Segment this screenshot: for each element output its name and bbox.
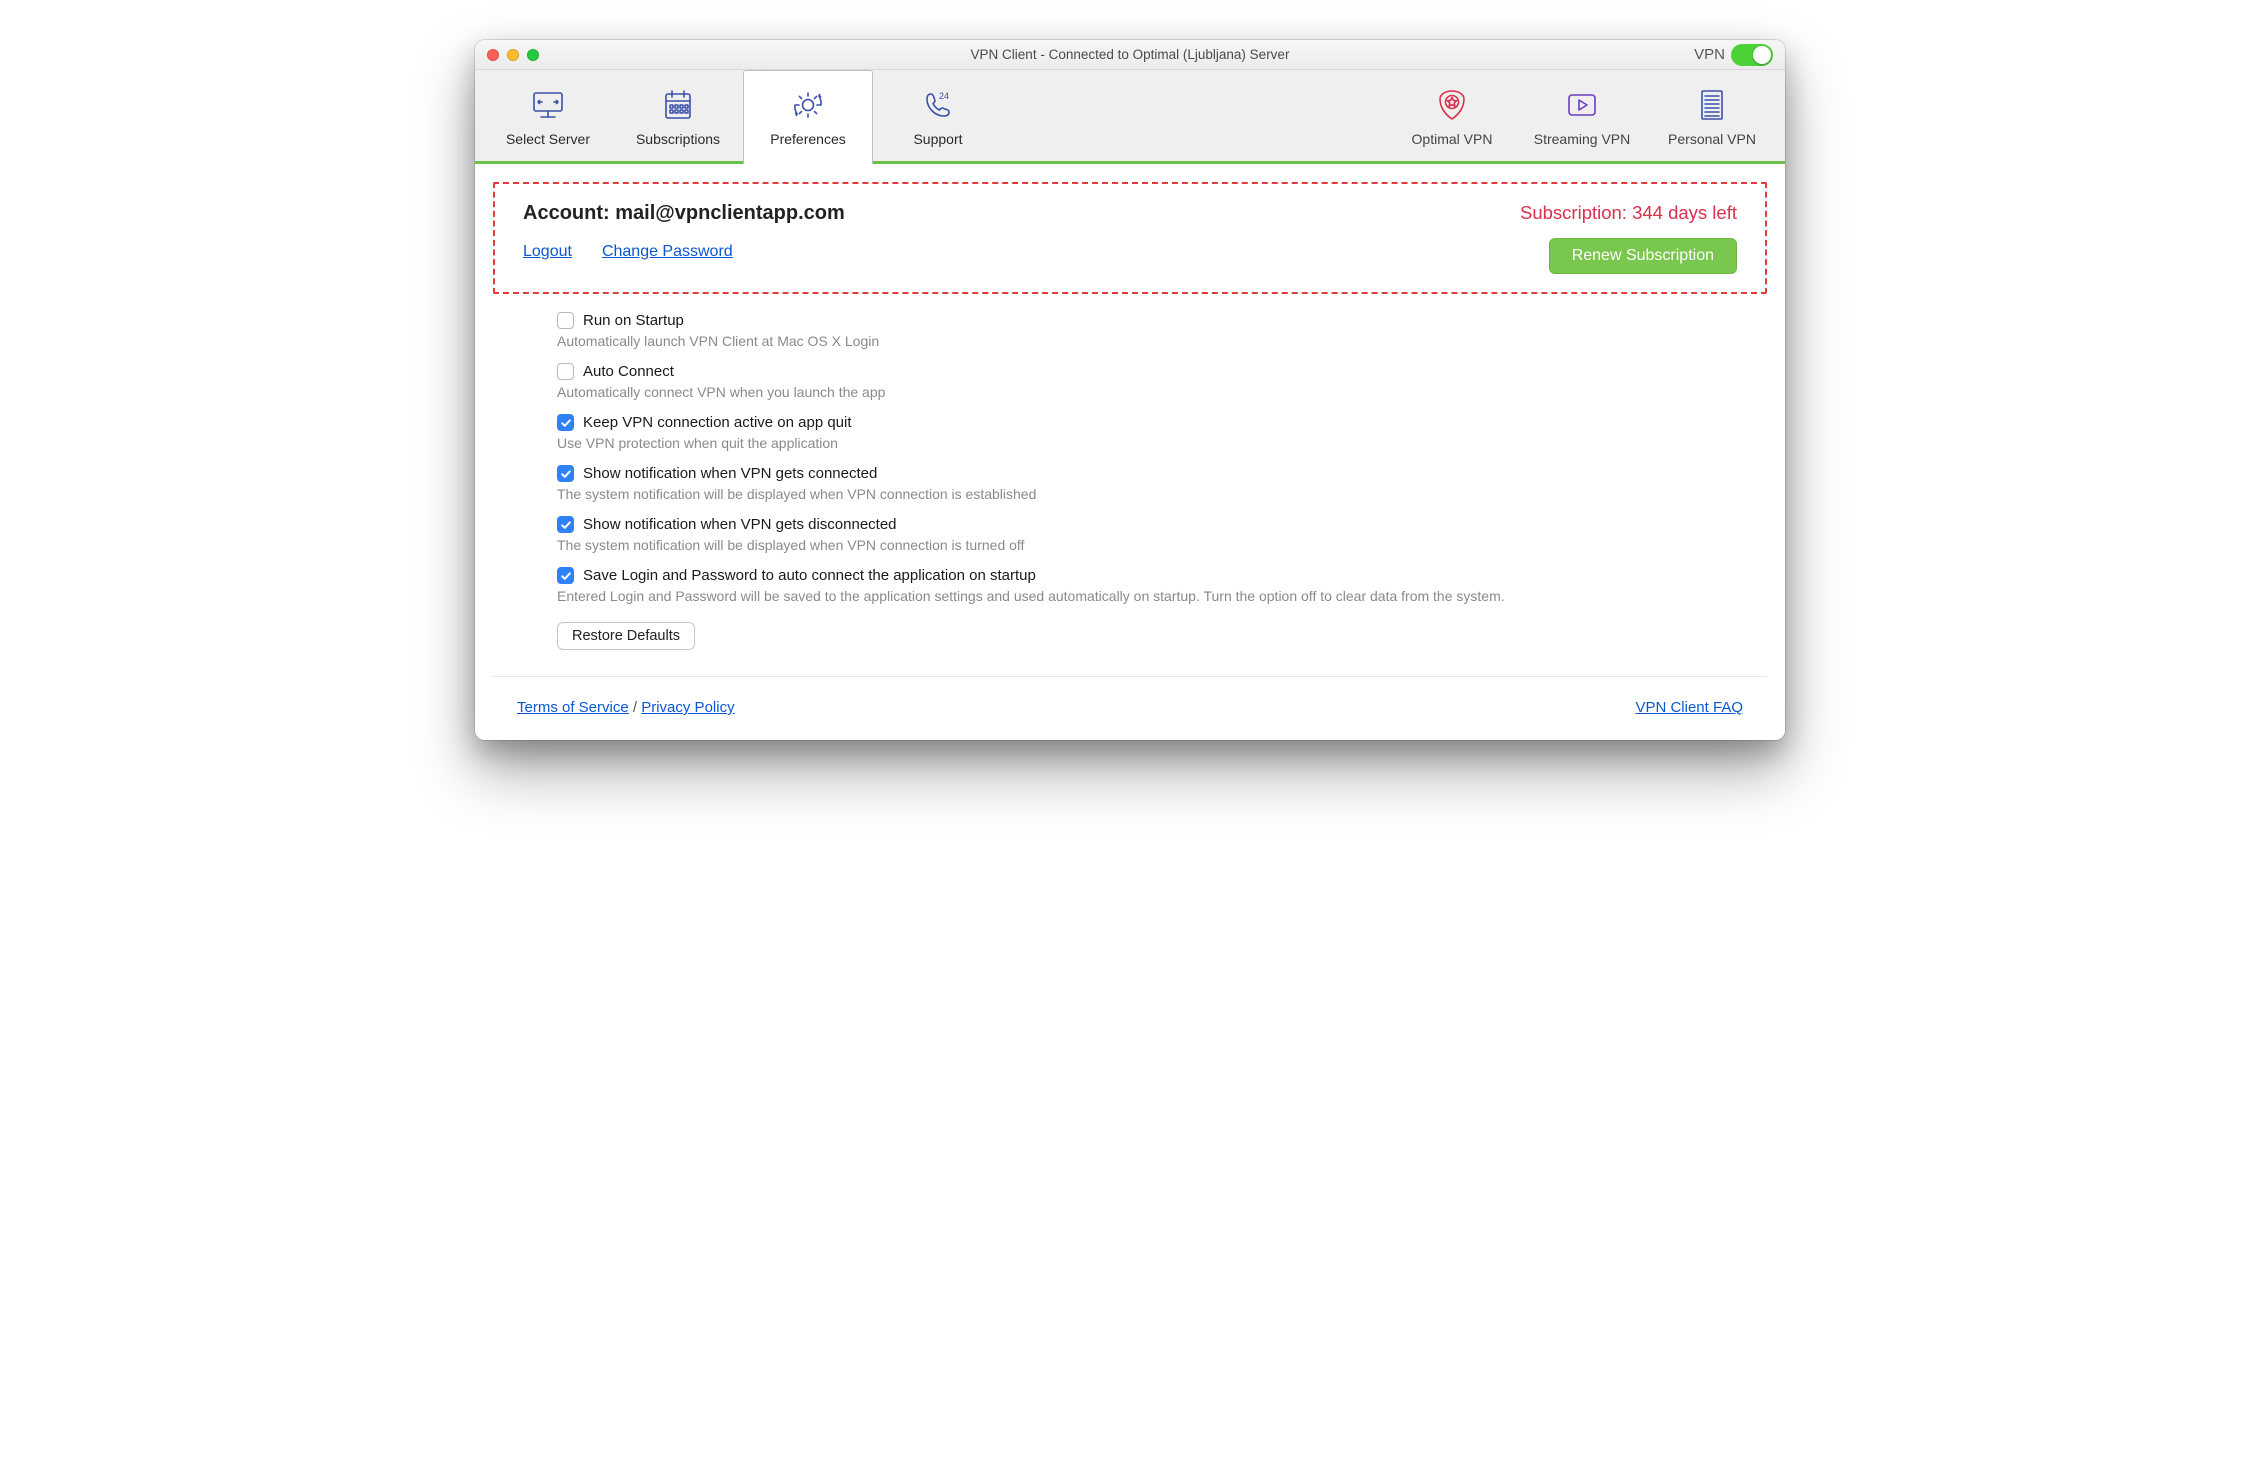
server-rack-icon: [1692, 85, 1732, 125]
pref-label: Keep VPN connection active on app quit: [583, 414, 852, 431]
subscription-days-left: Subscription: 344 days left: [1520, 202, 1737, 224]
badge-star-icon: [1432, 85, 1472, 125]
account-email: mail@vpnclientapp.com: [615, 202, 845, 224]
account-summary-box: Account: mail@vpnclientapp.com Logout Ch…: [493, 182, 1767, 294]
tab-label: Optimal VPN: [1412, 131, 1493, 147]
tab-subscriptions[interactable]: Subscriptions: [613, 70, 743, 161]
footer: Terms of Service / Privacy Policy VPN Cl…: [493, 677, 1767, 740]
pref-description: Entered Login and Password will be saved…: [557, 588, 1741, 604]
monitor-arrows-icon: [528, 85, 568, 125]
change-password-link[interactable]: Change Password: [602, 243, 733, 261]
account-label: Account:: [523, 202, 610, 224]
tab-support[interactable]: 24 Support: [873, 70, 1003, 161]
checkbox-keep-active[interactable]: [557, 414, 574, 431]
terms-of-service-link[interactable]: Terms of Service: [517, 699, 629, 716]
preferences-list: Run on Startup Automatically launch VPN C…: [493, 294, 1767, 656]
pref-description: The system notification will be displaye…: [557, 537, 1741, 553]
calendar-icon: [658, 85, 698, 125]
renew-subscription-button[interactable]: Renew Subscription: [1549, 238, 1737, 274]
pref-notify-conn: Show notification when VPN gets connecte…: [557, 465, 1741, 502]
phone-24-icon: 24: [918, 85, 958, 125]
play-square-icon: [1562, 85, 1602, 125]
server-rack-icon: [1692, 85, 1732, 125]
tab-label: Streaming VPN: [1534, 131, 1630, 147]
app-window: VPN Client - Connected to Optimal (Ljubl…: [475, 40, 1785, 740]
checkbox-notify-conn[interactable]: [557, 465, 574, 482]
pref-label: Show notification when VPN gets connecte…: [583, 465, 877, 482]
phone-24-icon: 24: [918, 85, 958, 125]
tab-streaming-vpn[interactable]: Streaming VPN: [1517, 70, 1647, 161]
monitor-arrows-icon: [528, 85, 568, 125]
checkbox-save-login[interactable]: [557, 567, 574, 584]
tab-label: Preferences: [770, 131, 845, 147]
badge-star-icon: [1432, 85, 1472, 125]
tab-optimal-vpn[interactable]: Optimal VPN: [1387, 70, 1517, 161]
pref-label: Auto Connect: [583, 363, 674, 380]
checkbox-auto-connect[interactable]: [557, 363, 574, 380]
titlebar: VPN Client - Connected to Optimal (Ljubl…: [475, 40, 1785, 70]
restore-defaults-button[interactable]: Restore Defaults: [557, 622, 695, 650]
calendar-icon: [658, 85, 698, 125]
gear-rotate-icon: [788, 85, 828, 125]
logout-link[interactable]: Logout: [523, 243, 572, 261]
pref-description: Automatically launch VPN Client at Mac O…: [557, 333, 1741, 349]
pref-run-startup: Run on Startup Automatically launch VPN C…: [557, 312, 1741, 349]
pref-label: Save Login and Password to auto connect …: [583, 567, 1036, 584]
checkbox-run-startup[interactable]: [557, 312, 574, 329]
account-title: Account: mail@vpnclientapp.com: [523, 202, 845, 225]
svg-text:24: 24: [939, 91, 949, 101]
pref-auto-connect: Auto Connect Automatically connect VPN wh…: [557, 363, 1741, 400]
zoom-window-button[interactable]: [527, 49, 539, 61]
pref-notify-disc: Show notification when VPN gets disconne…: [557, 516, 1741, 553]
vpn-toggle-label: VPN: [1694, 46, 1725, 63]
pref-keep-active: Keep VPN connection active on app quit Us…: [557, 414, 1741, 451]
vpn-toggle[interactable]: [1731, 44, 1773, 66]
privacy-policy-link[interactable]: Privacy Policy: [641, 699, 734, 716]
footer-separator: /: [633, 699, 641, 716]
close-window-button[interactable]: [487, 49, 499, 61]
window-title: VPN Client - Connected to Optimal (Ljubl…: [475, 47, 1785, 62]
play-square-icon: [1562, 85, 1602, 125]
tab-personal-vpn[interactable]: Personal VPN: [1647, 70, 1777, 161]
pref-label: Show notification when VPN gets disconne…: [583, 516, 897, 533]
minimize-window-button[interactable]: [507, 49, 519, 61]
preferences-pane: Account: mail@vpnclientapp.com Logout Ch…: [475, 164, 1785, 740]
gear-rotate-icon: [788, 85, 828, 125]
tab-label: Select Server: [506, 131, 590, 147]
toolbar: Select Server Subscriptions Preferences 24 S…: [475, 70, 1785, 164]
pref-description: Use VPN protection when quit the applica…: [557, 435, 1741, 451]
faq-link[interactable]: VPN Client FAQ: [1635, 699, 1743, 716]
tab-preferences[interactable]: Preferences: [743, 70, 873, 164]
pref-label: Run on Startup: [583, 312, 684, 329]
pref-save-login: Save Login and Password to auto connect …: [557, 567, 1741, 604]
checkbox-notify-disc[interactable]: [557, 516, 574, 533]
tab-label: Support: [913, 131, 962, 147]
pref-description: Automatically connect VPN when you launc…: [557, 384, 1741, 400]
tab-select-server[interactable]: Select Server: [483, 70, 613, 161]
tab-label: Subscriptions: [636, 131, 720, 147]
tab-label: Personal VPN: [1668, 131, 1756, 147]
window-controls: [487, 49, 539, 61]
pref-description: The system notification will be displaye…: [557, 486, 1741, 502]
